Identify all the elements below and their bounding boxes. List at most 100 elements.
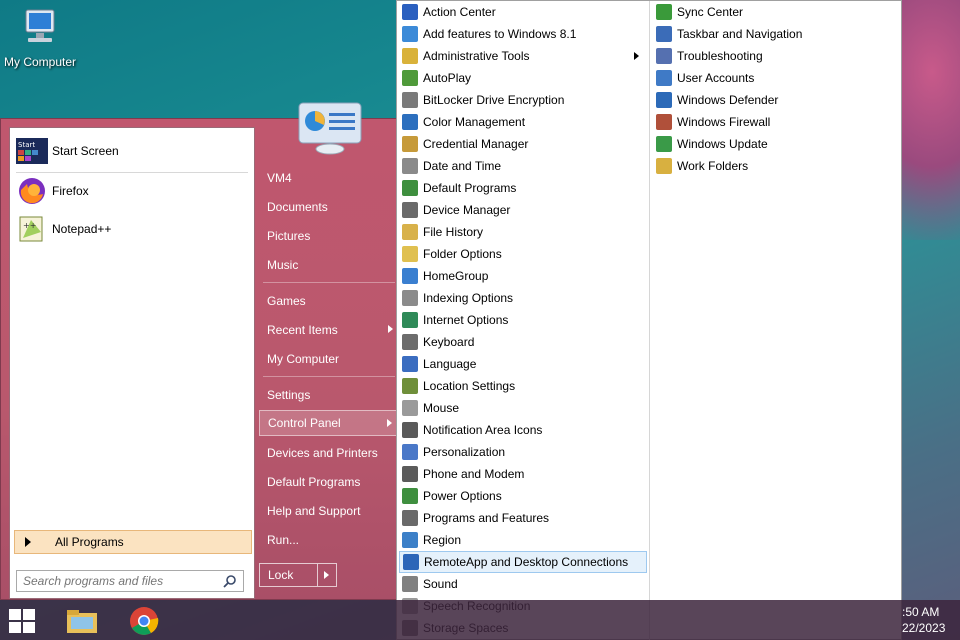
cp-item-label: Region xyxy=(423,533,462,547)
start-menu-item-default-programs[interactable]: Default Programs xyxy=(259,469,397,495)
cp-item-administrative-tools[interactable]: Administrative Tools xyxy=(399,45,647,67)
cp-item-default-programs[interactable]: Default Programs xyxy=(399,177,647,199)
taskbar-clock[interactable]: :50 AM 22/2023 xyxy=(902,604,945,636)
cp-item-label: Internet Options xyxy=(423,313,509,327)
chrome-icon xyxy=(130,607,159,635)
cp-item-date-and-time[interactable]: Date and Time xyxy=(399,155,647,177)
cp-item-credential-manager[interactable]: Credential Manager xyxy=(399,133,647,155)
search-box[interactable] xyxy=(16,570,244,592)
cp-item-color-management[interactable]: Color Management xyxy=(399,111,647,133)
windows-start-icon[interactable] xyxy=(8,608,36,634)
start-menu: Start Start Screen Firefox ++ Notepad++ … xyxy=(0,102,400,600)
sync-center-icon xyxy=(656,4,672,20)
cp-item-region[interactable]: Region xyxy=(399,529,647,551)
cp-item-action-center[interactable]: Action Center xyxy=(399,1,647,23)
cp-item-user-accounts[interactable]: User Accounts xyxy=(653,67,899,89)
keyboard-icon xyxy=(402,334,418,350)
start-menu-item-my-computer[interactable]: My Computer xyxy=(259,346,397,372)
start-menu-item-help-support[interactable]: Help and Support xyxy=(259,498,397,524)
pinned-item-label: Start Screen xyxy=(52,144,119,158)
start-menu-item-control-panel[interactable]: Control Panel xyxy=(259,410,397,436)
work-folders-icon xyxy=(656,158,672,174)
cp-item-file-history[interactable]: File History xyxy=(399,221,647,243)
cp-item-windows-firewall[interactable]: Windows Firewall xyxy=(653,111,899,133)
cp-item-language[interactable]: Language xyxy=(399,353,647,375)
cp-item-sound[interactable]: Sound xyxy=(399,573,647,595)
cp-item-label: RemoteApp and Desktop Connections xyxy=(424,555,629,569)
start-menu-item-settings[interactable]: Settings xyxy=(259,382,397,408)
cp-item-label: Troubleshooting xyxy=(677,49,763,63)
user-picture[interactable] xyxy=(297,101,363,157)
cp-item-label: Power Options xyxy=(423,489,502,503)
start-menu-item-recent-items[interactable]: Recent Items xyxy=(259,317,397,343)
cp-item-work-folders[interactable]: Work Folders xyxy=(653,155,899,177)
cp-item-label: Location Settings xyxy=(423,379,516,393)
cp-item-label: Taskbar and Navigation xyxy=(677,27,803,41)
cp-item-remoteapp-and-desktop-connections[interactable]: RemoteApp and Desktop Connections xyxy=(399,551,647,573)
start-menu-item-pictures[interactable]: Pictures xyxy=(259,223,397,249)
cp-item-label: Add features to Windows 8.1 xyxy=(423,27,577,41)
cp-item-device-manager[interactable]: Device Manager xyxy=(399,199,647,221)
cp-item-folder-options[interactable]: Folder Options xyxy=(399,243,647,265)
start-menu-item-vm4[interactable]: VM4 xyxy=(259,165,397,191)
start-menu-item-games[interactable]: Games xyxy=(259,288,397,314)
cp-item-power-options[interactable]: Power Options xyxy=(399,485,647,507)
cp-item-notification-area-icons[interactable]: Notification Area Icons xyxy=(399,419,647,441)
chevron-right-icon[interactable] xyxy=(324,571,329,579)
cp-item-bitlocker-drive-encryption[interactable]: BitLocker Drive Encryption xyxy=(399,89,647,111)
separator xyxy=(263,282,395,283)
cp-item-windows-update[interactable]: Windows Update xyxy=(653,133,899,155)
cp-item-personalization[interactable]: Personalization xyxy=(399,441,647,463)
cp-item-add-features-to-windows-8-1[interactable]: Add features to Windows 8.1 xyxy=(399,23,647,45)
all-programs-button[interactable]: All Programs xyxy=(14,530,252,554)
cp-item-location-settings[interactable]: Location Settings xyxy=(399,375,647,397)
windows-defender-icon xyxy=(656,92,672,108)
lock-button[interactable]: Lock xyxy=(259,563,337,587)
cp-item-label: Sound xyxy=(423,577,458,591)
start-screen-icon: Start xyxy=(16,135,48,167)
cp-item-windows-defender[interactable]: Windows Defender xyxy=(653,89,899,111)
start-menu-item-music[interactable]: Music xyxy=(259,252,397,278)
autoplay-icon xyxy=(402,70,418,86)
start-menu-item-run[interactable]: Run... xyxy=(259,527,397,553)
svg-text:++: ++ xyxy=(23,221,36,230)
windows-firewall-icon xyxy=(656,114,672,130)
search-icon[interactable] xyxy=(223,574,237,588)
cp-item-troubleshooting[interactable]: Troubleshooting xyxy=(653,45,899,67)
taskbar-file-explorer[interactable] xyxy=(62,604,102,638)
start-menu-left-pane: Start Start Screen Firefox ++ Notepad++ … xyxy=(9,127,255,599)
item-label: Pictures xyxy=(267,229,311,243)
cp-item-internet-options[interactable]: Internet Options xyxy=(399,309,647,331)
cp-item-indexing-options[interactable]: Indexing Options xyxy=(399,287,647,309)
cp-item-keyboard[interactable]: Keyboard xyxy=(399,331,647,353)
cp-item-sync-center[interactable]: Sync Center xyxy=(653,1,899,23)
clock-time: :50 AM xyxy=(902,605,940,619)
separator xyxy=(263,376,395,377)
pinned-item-start-screen[interactable]: Start Start Screen xyxy=(16,134,248,168)
item-label: Control Panel xyxy=(268,416,341,430)
taskbar-chrome[interactable] xyxy=(124,604,164,638)
cp-item-programs-and-features[interactable]: Programs and Features xyxy=(399,507,647,529)
cp-item-autoplay[interactable]: AutoPlay xyxy=(399,67,647,89)
desktop-icon-my-computer[interactable]: My Computer xyxy=(0,6,80,69)
item-label: VM4 xyxy=(267,171,292,185)
personalization-icon xyxy=(402,444,418,460)
cp-item-phone-and-modem[interactable]: Phone and Modem xyxy=(399,463,647,485)
start-menu-item-documents[interactable]: Documents xyxy=(259,194,397,220)
cp-item-label: User Accounts xyxy=(677,71,755,85)
search-input[interactable] xyxy=(23,574,219,588)
cp-item-homegroup[interactable]: HomeGroup xyxy=(399,265,647,287)
firefox-icon xyxy=(16,175,48,207)
all-programs-label: All Programs xyxy=(55,535,124,549)
cp-item-mouse[interactable]: Mouse xyxy=(399,397,647,419)
cp-item-taskbar-and-navigation[interactable]: Taskbar and Navigation xyxy=(653,23,899,45)
item-label: Recent Items xyxy=(267,323,338,337)
start-menu-item-devices-printers[interactable]: Devices and Printers xyxy=(259,440,397,466)
cp-item-label: Date and Time xyxy=(423,159,502,173)
action-center-icon xyxy=(402,4,418,20)
indexing-options-icon xyxy=(402,290,418,306)
pinned-item-notepadpp[interactable]: ++ Notepad++ xyxy=(16,212,248,246)
cp-item-label: Action Center xyxy=(423,5,496,19)
pinned-item-firefox[interactable]: Firefox xyxy=(16,174,248,208)
notification-area-icons-icon xyxy=(402,422,418,438)
